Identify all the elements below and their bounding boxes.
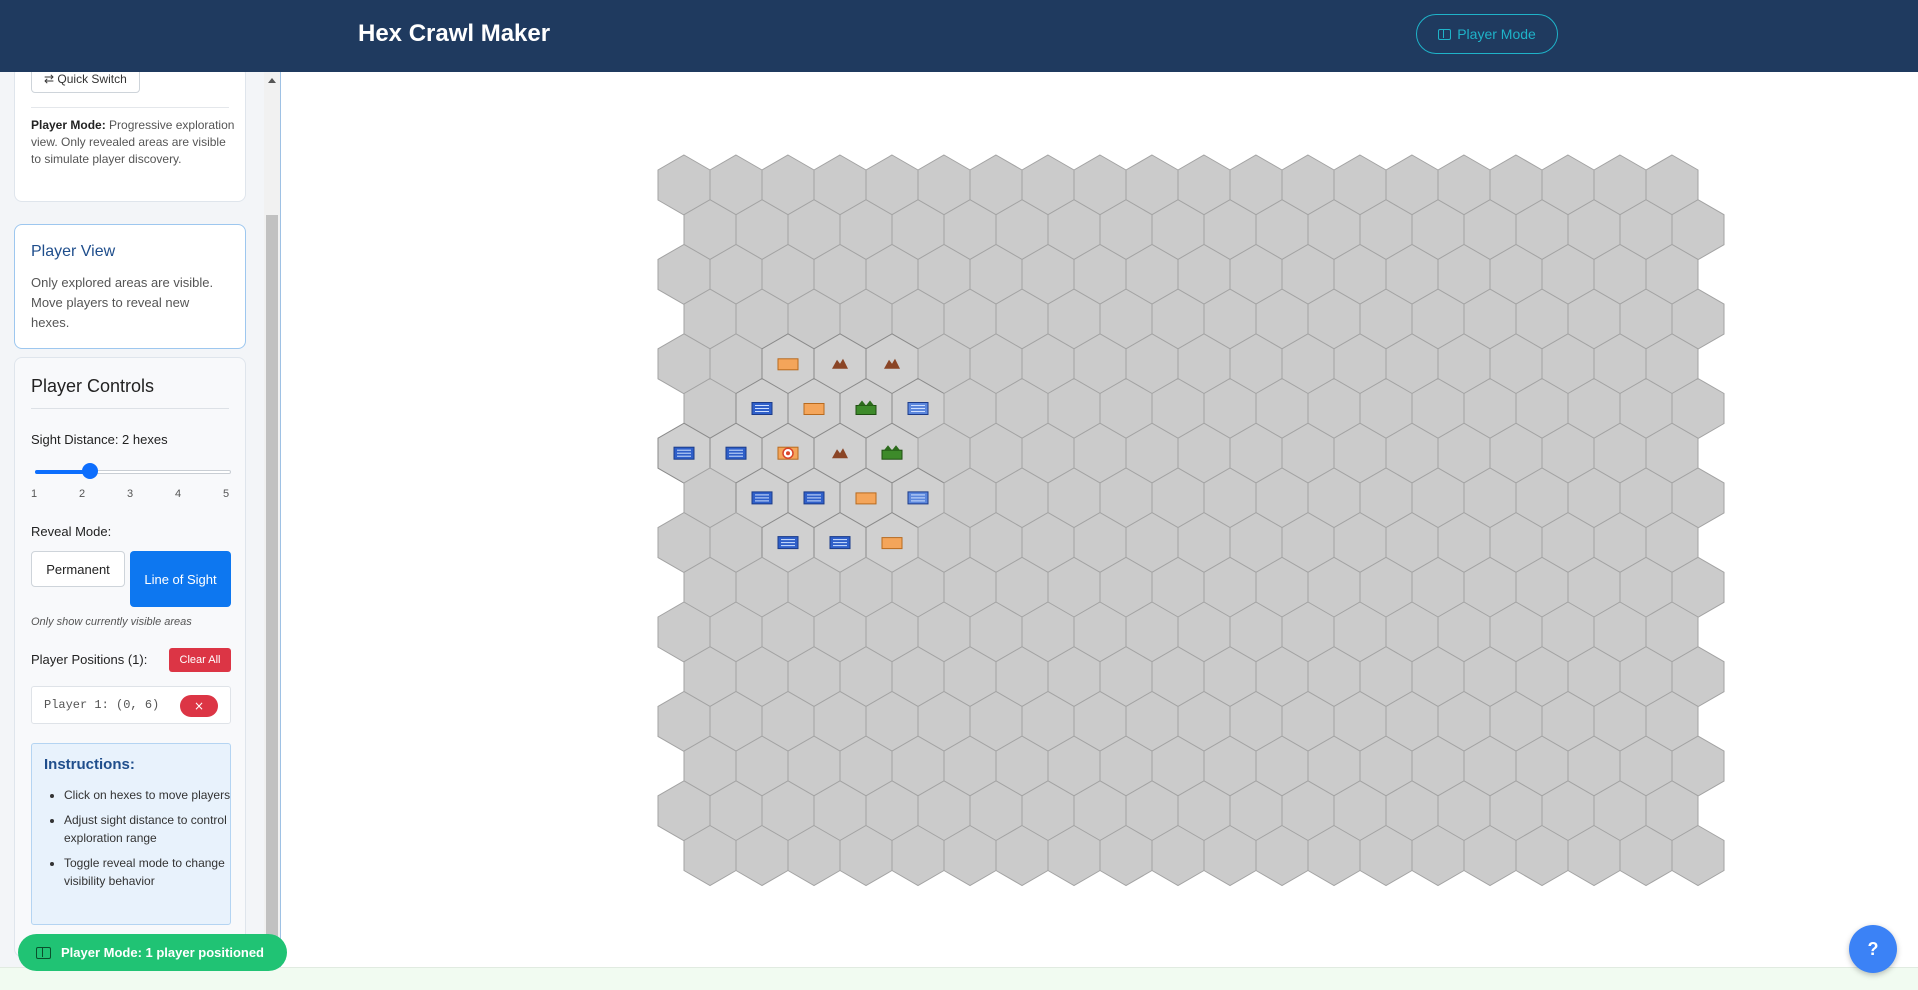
app-header: Hex Crawl Maker Player Mode bbox=[0, 0, 1918, 72]
hex-map[interactable] bbox=[0, 0, 1918, 989]
tick-label: 2 bbox=[79, 488, 86, 500]
divider bbox=[31, 408, 229, 409]
book-icon bbox=[36, 946, 51, 959]
book-icon bbox=[1438, 28, 1452, 40]
sight-distance-label: Sight Distance: 2 hexes bbox=[31, 432, 168, 447]
water-icon bbox=[829, 536, 851, 550]
player-controls-card: Player Controls Sight Distance: 2 hexes … bbox=[14, 357, 246, 957]
water-icon bbox=[777, 536, 799, 550]
player-mode-button[interactable]: Player Mode bbox=[1416, 14, 1558, 54]
reveal-mode-hint: Only show currently visible areas bbox=[31, 616, 192, 628]
instruction-item: Click on hexes to move players bbox=[64, 786, 234, 804]
divider bbox=[31, 107, 229, 108]
instruction-item: Toggle reveal mode to change visibility … bbox=[64, 854, 234, 890]
player-mode-button-label: Player Mode bbox=[1457, 26, 1536, 42]
status-toast-text: Player Mode: 1 player positioned bbox=[61, 945, 264, 960]
plains-icon bbox=[803, 403, 825, 415]
water-icon bbox=[725, 446, 747, 460]
player-position-label: Player 1: (0, 6) bbox=[44, 698, 160, 712]
sidebar: ⇄ Quick Switch Player Mode: Progressive … bbox=[0, 72, 264, 967]
bottom-strip bbox=[0, 967, 1918, 990]
remove-player-button[interactable]: × bbox=[180, 695, 218, 717]
help-button[interactable]: ? bbox=[1849, 925, 1897, 973]
mode-card: ⇄ Quick Switch Player Mode: Progressive … bbox=[14, 72, 246, 202]
sight-slider-thumb[interactable] bbox=[82, 463, 98, 479]
water-icon bbox=[907, 402, 929, 415]
player-position-row: Player 1: (0, 6) × bbox=[31, 686, 231, 724]
instructions-list: Click on hexes to move players Adjust si… bbox=[44, 786, 234, 897]
reveal-permanent-button[interactable]: Permanent bbox=[31, 551, 125, 587]
reveal-line-of-sight-button[interactable]: Line of Sight bbox=[130, 551, 231, 607]
scrollbar-thumb[interactable] bbox=[266, 215, 278, 960]
water-icon bbox=[907, 491, 929, 505]
instructions-box: Instructions: Click on hexes to move pla… bbox=[31, 743, 231, 925]
quick-switch-button[interactable]: ⇄ Quick Switch bbox=[31, 72, 140, 93]
player-controls-title: Player Controls bbox=[31, 376, 155, 396]
clear-all-button[interactable]: Clear All bbox=[169, 648, 231, 672]
water-icon bbox=[803, 491, 825, 505]
tick-label: 4 bbox=[175, 488, 182, 500]
sidebar-scrollbar[interactable] bbox=[264, 72, 281, 967]
reveal-mode-label: Reveal Mode: bbox=[31, 524, 112, 539]
water-icon bbox=[673, 446, 695, 460]
player-marker-icon[interactable] bbox=[777, 446, 799, 460]
tick-label: 5 bbox=[223, 488, 230, 500]
plains-icon bbox=[777, 358, 799, 371]
player-view-description: Only explored areas are visible. Move pl… bbox=[31, 275, 214, 330]
app-title: Hex Crawl Maker bbox=[358, 20, 551, 47]
scroll-up-arrow-icon[interactable] bbox=[268, 78, 276, 83]
plains-icon bbox=[881, 537, 903, 550]
mode-description: Player Mode: Progressive exploration vie… bbox=[31, 117, 236, 168]
tick-label: 3 bbox=[127, 488, 134, 500]
mode-label: Player Mode: bbox=[31, 118, 106, 132]
tick-label: 1 bbox=[31, 488, 38, 500]
sight-slider-ticks: 1 2 3 4 5 bbox=[31, 488, 241, 502]
water-icon bbox=[751, 491, 773, 505]
instruction-item: Adjust sight distance to control explora… bbox=[64, 811, 234, 847]
player-positions-label: Player Positions (1): bbox=[31, 652, 148, 667]
status-toast: Player Mode: 1 player positioned bbox=[18, 934, 287, 971]
player-view-card: Player View Only explored areas are visi… bbox=[14, 224, 246, 349]
water-icon bbox=[751, 402, 773, 415]
plains-icon bbox=[855, 492, 877, 505]
instructions-title: Instructions: bbox=[44, 756, 135, 773]
player-view-title: Player View bbox=[31, 243, 116, 260]
